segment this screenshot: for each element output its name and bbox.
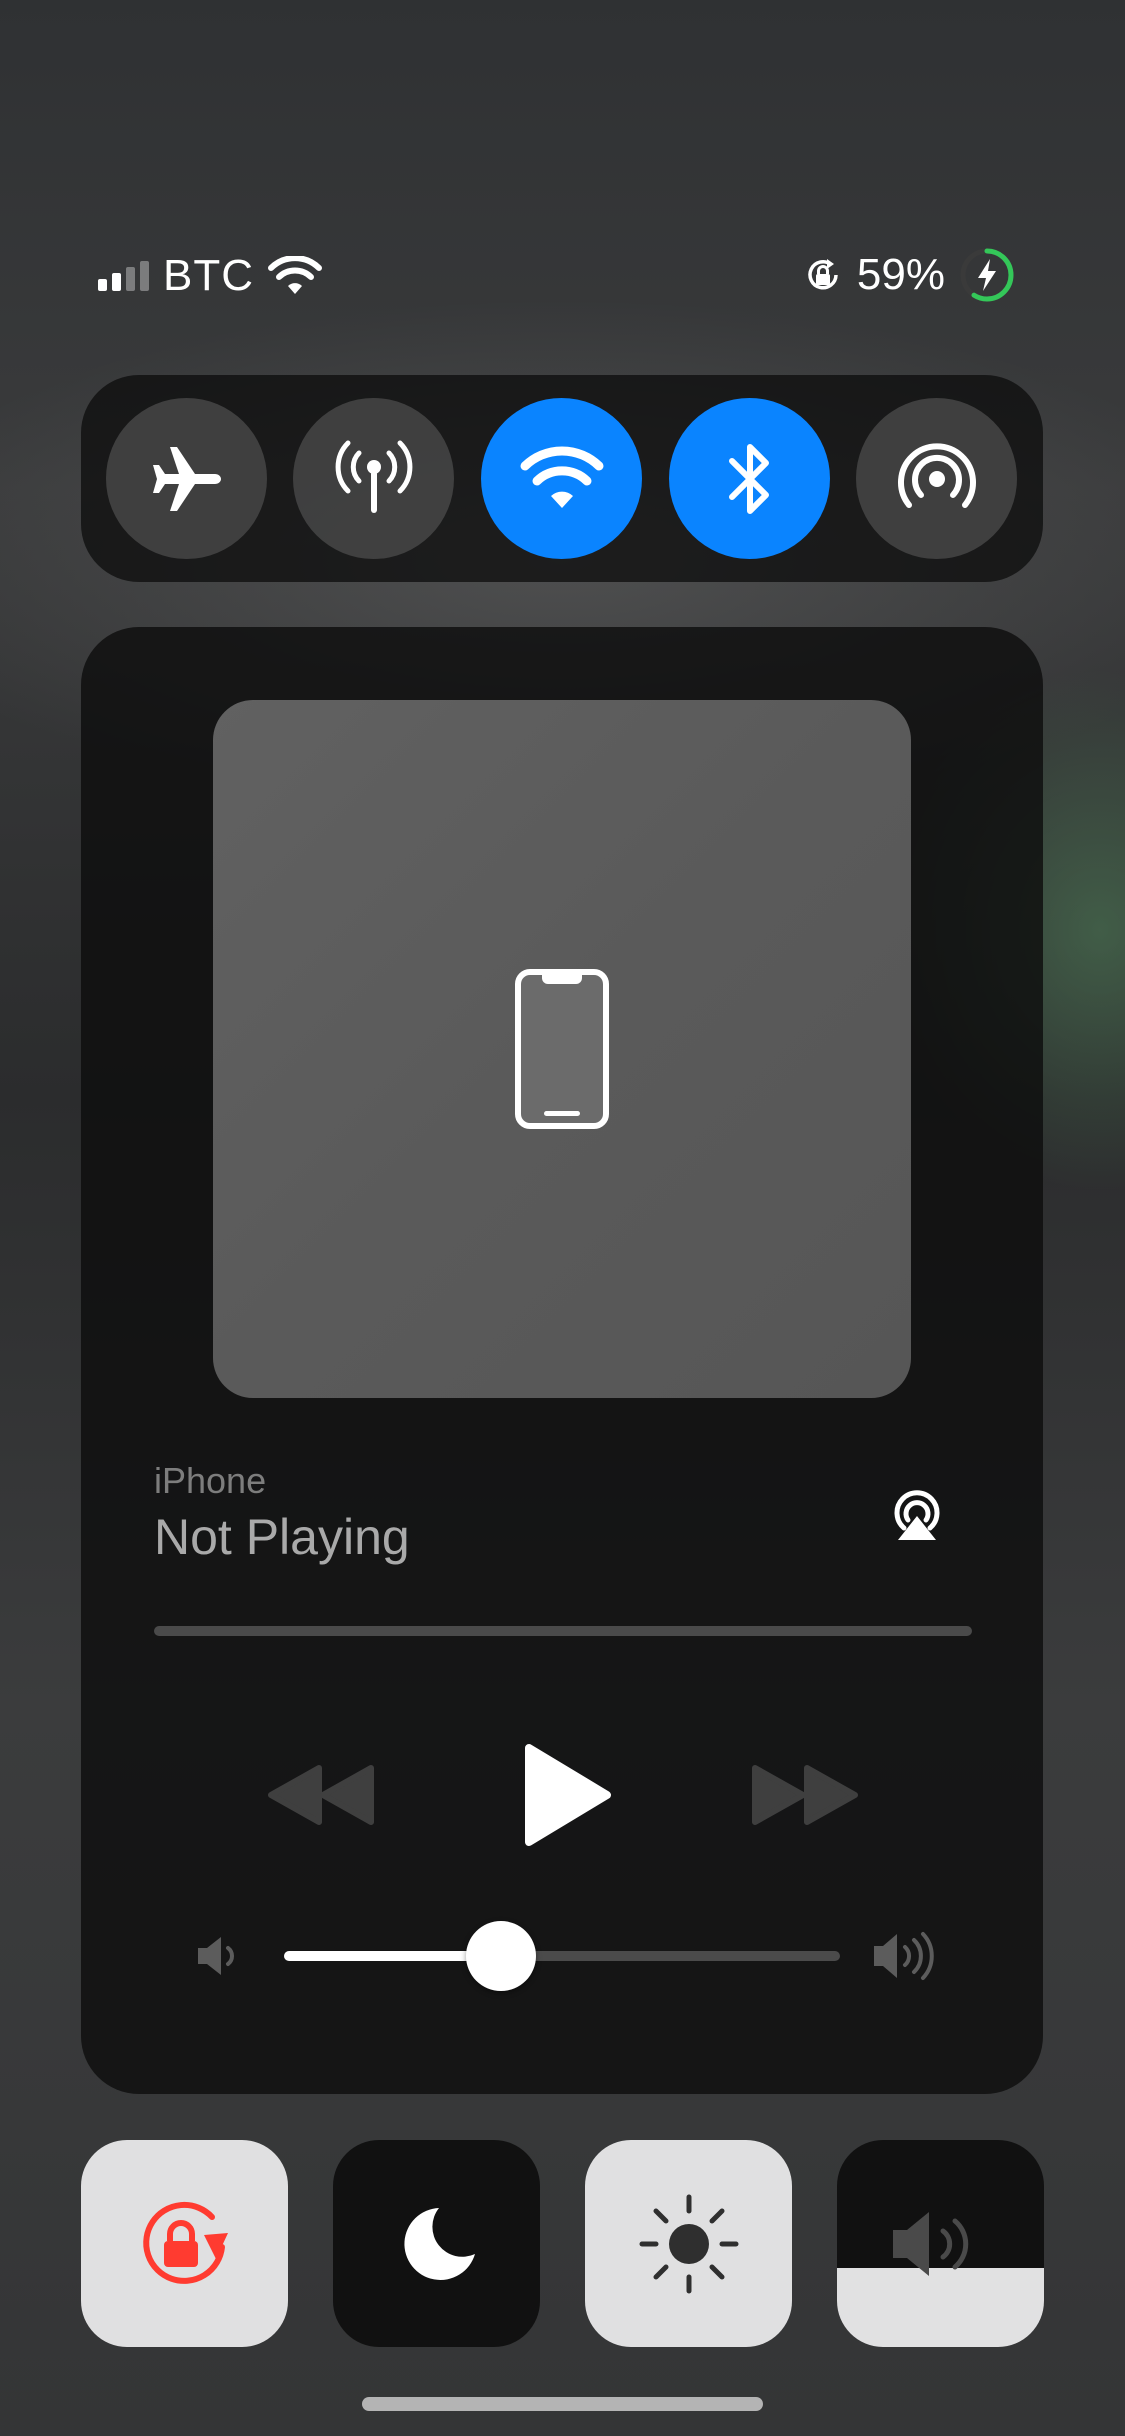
volume-min-icon <box>198 1937 234 1975</box>
output-device-label: iPhone <box>154 1460 267 1501</box>
bluetooth-icon <box>728 443 769 514</box>
antenna-icon <box>335 440 412 513</box>
now-playing-title: Not Playing <box>154 1509 410 1565</box>
sun-icon <box>639 2194 738 2293</box>
speaker-icon <box>892 2211 968 2276</box>
play-button[interactable] <box>510 1740 620 1850</box>
signal-icon <box>98 261 149 291</box>
moon-icon <box>403 2207 475 2280</box>
airplay-icon <box>894 1490 940 1540</box>
rewind-button[interactable] <box>262 1740 382 1850</box>
airplane-icon <box>152 446 221 511</box>
volume-slider[interactable] <box>284 1921 840 1991</box>
battery-charging-icon <box>960 248 1014 302</box>
wifi-icon <box>268 256 322 294</box>
airplay-button[interactable] <box>884 1480 950 1546</box>
bluetooth-button[interactable] <box>669 398 830 559</box>
iphone-icon <box>515 969 609 1129</box>
wifi-button[interactable] <box>481 398 642 559</box>
home-indicator[interactable] <box>362 2397 763 2411</box>
orientation-lock-button[interactable] <box>81 2140 288 2347</box>
volume-max-icon <box>874 1932 934 1980</box>
battery-percent: 59% <box>856 250 945 299</box>
airplane-mode-button[interactable] <box>106 398 267 559</box>
status-bar-left: BTC <box>98 246 322 306</box>
orientation-lock-icon <box>808 259 838 290</box>
playback-scrubber[interactable] <box>154 1626 972 1636</box>
status-bar-right: 59% <box>803 240 1015 310</box>
fast-forward-button[interactable] <box>744 1740 864 1850</box>
brightness-slider[interactable] <box>585 2140 792 2347</box>
orientation-lock-icon <box>142 2201 228 2284</box>
fast-forward-icon <box>752 1765 858 1825</box>
airdrop-button[interactable] <box>856 398 1017 559</box>
rewind-icon <box>268 1765 374 1825</box>
cellular-data-button[interactable] <box>293 398 454 559</box>
volume-tile-slider[interactable] <box>837 2140 1044 2347</box>
airdrop-icon <box>897 442 976 508</box>
play-icon <box>525 1744 611 1846</box>
do-not-disturb-button[interactable] <box>333 2140 540 2347</box>
wifi-icon <box>520 445 603 508</box>
volume-slider-thumb[interactable] <box>465 1921 536 1991</box>
carrier-label: BTC <box>163 251 254 300</box>
album-artwork[interactable] <box>213 700 911 1398</box>
